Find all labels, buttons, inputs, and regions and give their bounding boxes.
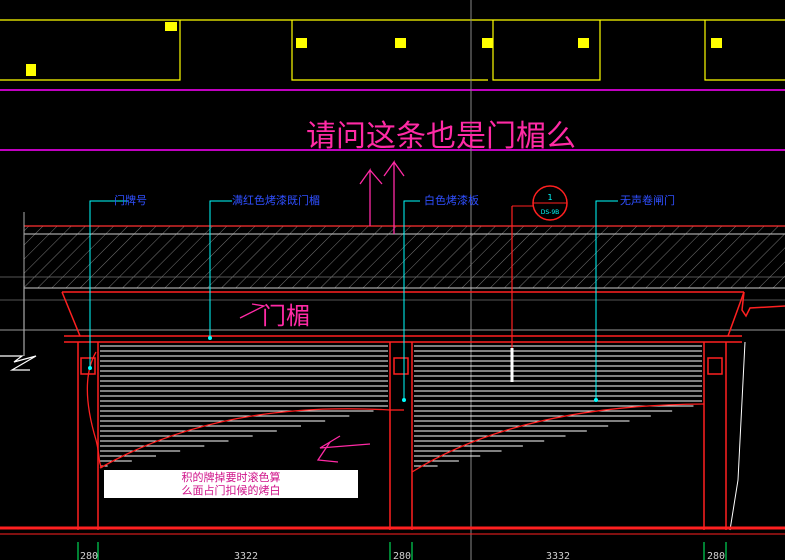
shutter-slats-left xyxy=(100,345,388,467)
ceiling-grid xyxy=(0,19,785,81)
note-box: 积的牌掉要时滚色算 么面占门扣候的烤白 xyxy=(104,470,358,498)
callout-reference: DS-9B xyxy=(541,209,560,216)
label-red-paint-door-head: 满红色烤漆既门楣 xyxy=(232,193,320,207)
label-white-paint-board: 白色烤漆板 xyxy=(424,193,479,207)
door-swing-curves xyxy=(86,351,705,473)
break-symbol xyxy=(0,280,37,371)
dimension-5: 280 xyxy=(707,551,725,560)
note-line-2: 么面占门扣候的烤白 xyxy=(181,484,281,497)
callout-number: 1 xyxy=(547,193,552,202)
ceiling-lights xyxy=(26,22,722,76)
dimension-1: 280 xyxy=(80,551,98,560)
dimension-2: 3322 xyxy=(234,551,258,560)
ground-lines xyxy=(0,526,785,535)
note-line-1: 积的牌掉要时滚色算 xyxy=(181,471,281,484)
dimension-4: 3332 xyxy=(546,551,570,560)
handwritten-question: 请问这条也是门楣么 xyxy=(306,119,576,154)
cad-drawing-canvas: 门牌号 满红色烤漆既门楣 白色烤漆板 无声卷闸门 1 DS-9B 请问这条也是门… xyxy=(0,0,785,560)
dimension-3: 280 xyxy=(393,551,411,560)
handwritten-door-head: 门楣 xyxy=(262,302,310,330)
label-shutter-door: 无声卷闸门 xyxy=(620,193,675,207)
label-door-plate: 门牌号 xyxy=(114,193,147,207)
